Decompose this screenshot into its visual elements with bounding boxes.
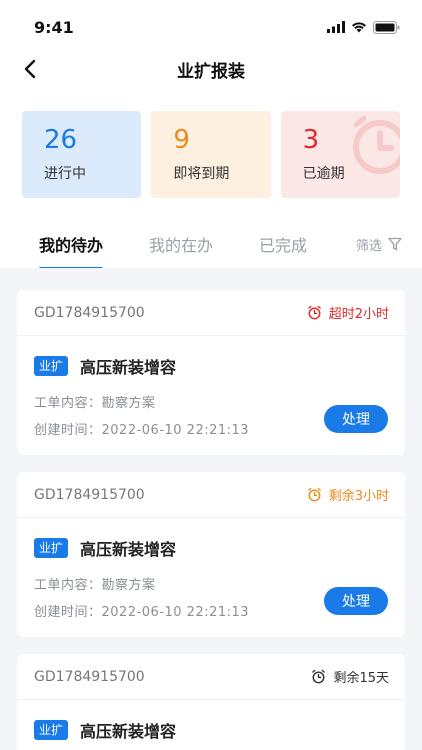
category-badge: 业扩 [34,356,69,376]
order-title-row: 业扩 高压新装增容 [34,536,388,560]
stats-row: 26 进行中 9 即将到期 3 已逾期 [0,111,422,198]
stat-label: 进行中 [44,166,86,182]
order-body: 业扩 高压新装增容 [17,700,405,750]
stat-card-overdue[interactable]: 3 已逾期 [280,111,400,198]
process-button[interactable]: 处理 [324,405,388,433]
tab-bar: 我的待办 我的在办 已完成 筛选 [0,219,422,270]
order-title-row: 业扩 高压新装增容 [34,354,388,378]
timer-text: 剩余15天 [333,671,389,686]
chevron-left-icon [24,59,36,79]
order-title: 高压新装增容 [80,358,177,377]
order-header: GD1784915700 剩余3小时 [17,472,405,518]
order-id: GD1784915700 [34,304,145,321]
status-icons [327,20,400,34]
nav-bar: 业扩报装 [0,54,422,84]
category-badge: 业扩 [34,538,69,558]
timer-text: 超时2小时 [328,307,389,322]
order-title: 高压新装增容 [80,540,177,559]
order-header: GD1784915700 剩余15天 [17,654,405,700]
page-title: 业扩报装 [177,61,245,82]
stat-label: 即将到期 [173,166,230,182]
alarm-clock-icon [307,487,321,502]
alarm-clock-icon [312,669,326,684]
timer-remaining: 剩余15天 [311,667,389,686]
order-card[interactable]: GD1784915700 剩余3小时 业扩 高压新装增容 工单内容：勘察方案 创… [17,472,405,637]
order-body: 业扩 高压新装增容 工单内容：勘察方案 创建时间：2022-06-10 22:2… [17,336,405,455]
order-card[interactable]: GD1784915700 剩余15天 业扩 高压新装增容 [17,654,405,750]
battery-icon [373,20,400,34]
signal-icon [327,21,345,33]
order-body: 业扩 高压新装增容 工单内容：勘察方案 创建时间：2022-06-10 22:2… [17,518,405,637]
clock-watermark-icon [352,115,400,174]
order-card[interactable]: GD1784915700 超时2小时 业扩 高压新装增容 工单内容：勘察方案 创… [17,290,405,455]
wifi-icon [352,22,366,33]
order-list: GD1784915700 超时2小时 业扩 高压新装增容 工单内容：勘察方案 创… [0,268,422,750]
process-button[interactable]: 处理 [324,587,388,615]
order-id: GD1784915700 [34,486,145,503]
order-header: GD1784915700 超时2小时 [17,290,405,336]
filter-icon [388,237,402,251]
back-button[interactable] [16,55,44,83]
stat-value: 26 [44,125,78,155]
timer-remaining: 剩余3小时 [307,485,389,504]
order-id: GD1784915700 [34,668,145,685]
alarm-clock-icon [307,305,321,320]
stat-value: 9 [173,125,190,155]
tab-completed[interactable]: 已完成 [259,232,307,256]
filter-button[interactable]: 筛选 [356,235,402,254]
filter-label: 筛选 [355,238,382,254]
status-time: 9:41 [34,17,74,37]
stat-card-due-soon[interactable]: 9 即将到期 [151,111,271,198]
timer-text: 剩余3小时 [328,489,389,504]
order-title: 高压新装增容 [80,722,177,741]
timer-overdue: 超时2小时 [307,303,389,322]
status-bar: 9:41 [0,0,422,54]
tab-my-todo[interactable]: 我的待办 [39,232,104,270]
tab-my-processing[interactable]: 我的在办 [149,232,213,256]
stat-card-in-progress[interactable]: 26 进行中 [22,111,142,198]
order-title-row: 业扩 高压新装增容 [34,718,388,742]
category-badge: 业扩 [34,720,69,740]
